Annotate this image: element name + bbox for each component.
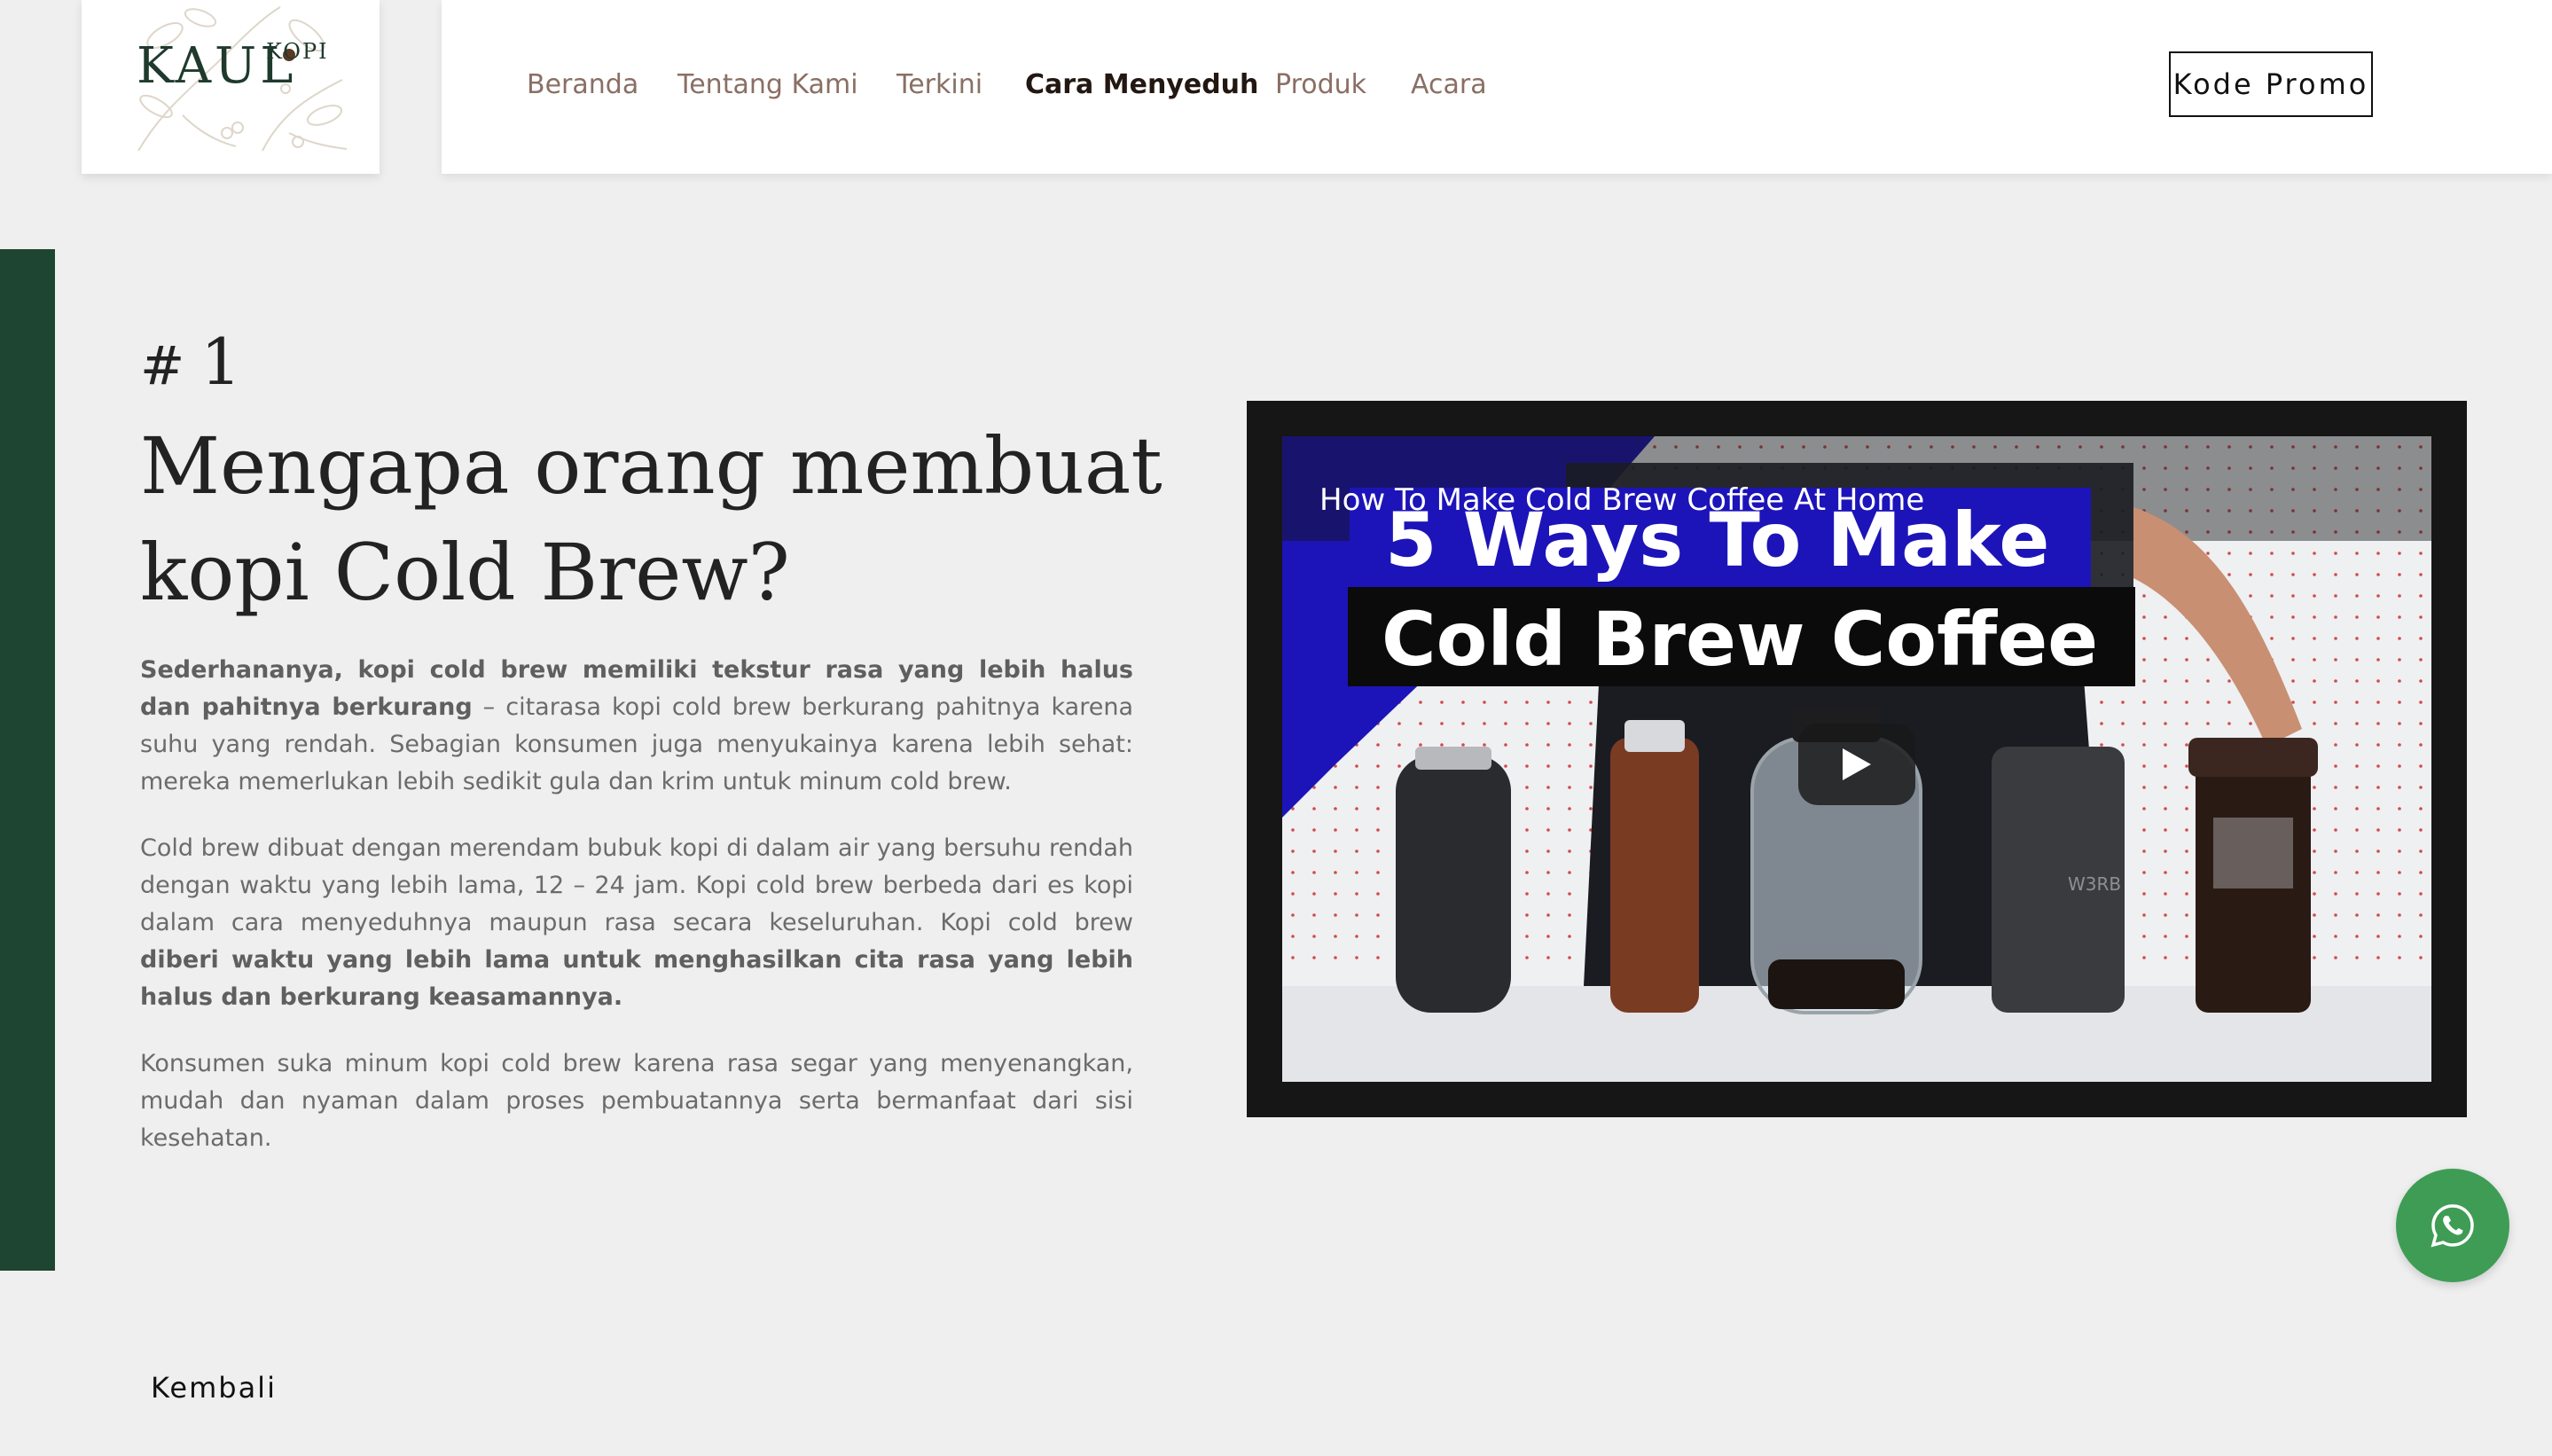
thumb-bottle-text: W3RB — [2068, 873, 2121, 895]
video-embed[interactable]: W3RB 5 Ways To Make Cold Brew Coffee How… — [1247, 401, 2467, 1117]
article-paragraph-2: Cold brew dibuat dengan merendam bubuk k… — [140, 830, 1133, 1016]
logo-sup-text: KOPI — [266, 39, 329, 64]
article-paragraph-3: Konsumen suka minum kopi cold brew karen… — [140, 1045, 1133, 1157]
logo[interactable]: KAUL KOPI — [82, 0, 380, 174]
paragraph-2-bold-tail: diberi waktu yang lebih lama untuk mengh… — [140, 946, 1133, 1011]
paragraph-3-text: Konsumen suka minum kopi cold brew karen… — [140, 1050, 1133, 1152]
nav-item-terkini[interactable]: Terkini — [896, 69, 982, 100]
video-thumbnail[interactable]: W3RB 5 Ways To Make Cold Brew Coffee How… — [1282, 436, 2431, 1082]
promo-code-button[interactable]: Kode Promo — [2169, 51, 2373, 117]
nav-item-produk[interactable]: Produk — [1275, 69, 1366, 100]
article-title: Mengapa orang membuat kopi Cold Brew? — [140, 420, 1162, 618]
nav-item-cara-menyeduh[interactable]: Cara Menyeduh — [1025, 69, 1258, 100]
step-number: #1 — [140, 325, 241, 399]
step-hash: # — [140, 335, 185, 397]
article-paragraph-1: Sederhananya, kopi cold brew memiliki te… — [140, 652, 1133, 801]
play-button[interactable] — [1798, 724, 1915, 805]
play-icon — [1843, 748, 1871, 780]
side-accent-bar — [0, 249, 55, 1271]
back-link[interactable]: Kembali — [151, 1371, 277, 1405]
step-number-value: 1 — [200, 325, 242, 399]
nav-item-beranda[interactable]: Beranda — [527, 69, 638, 100]
whatsapp-button[interactable] — [2396, 1169, 2509, 1282]
whatsapp-icon — [2431, 1204, 2474, 1248]
thumb-headline-line-2: Cold Brew Coffee — [1382, 596, 2098, 683]
nav-item-acara[interactable]: Acara — [1411, 69, 1487, 100]
video-title[interactable]: How To Make Cold Brew Coffee At Home — [1319, 482, 1924, 518]
paragraph-2-text: Cold brew dibuat dengan merendam bubuk k… — [140, 834, 1133, 936]
nav-item-tentang-kami[interactable]: Tentang Kami — [677, 69, 858, 100]
